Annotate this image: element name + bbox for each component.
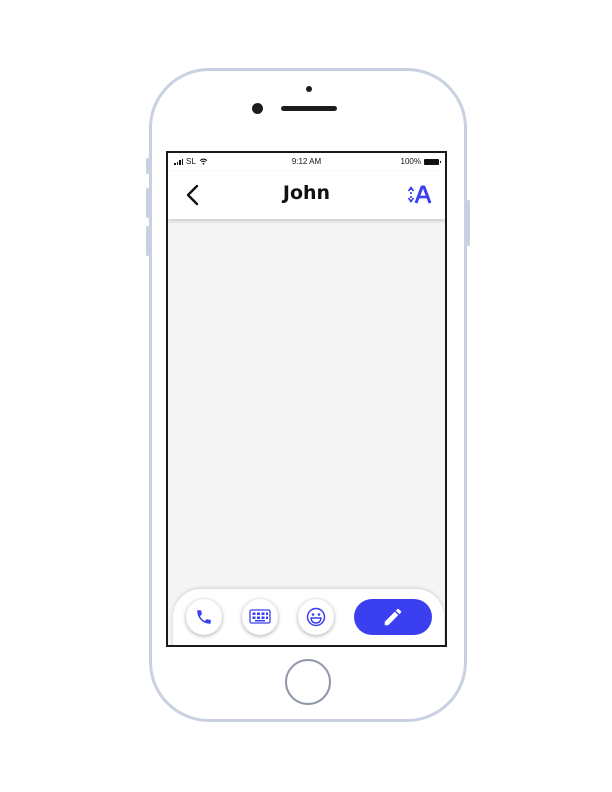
proximity-sensor [306, 86, 312, 92]
power-button [466, 200, 470, 246]
emoji-icon [306, 607, 326, 627]
volume-up-button [146, 188, 150, 218]
battery-icon [424, 158, 441, 165]
battery-percent: 100% [400, 157, 421, 166]
earpiece-speaker [281, 106, 337, 111]
conversation-header: John [168, 171, 445, 219]
chevron-left-icon [186, 184, 199, 206]
keyboard-icon [249, 609, 271, 624]
message-area[interactable] [168, 219, 445, 593]
canvas: SL 9:12 AM 100% John [0, 0, 612, 792]
back-button[interactable] [182, 183, 204, 207]
call-button[interactable] [186, 599, 222, 635]
keyboard-button[interactable] [242, 599, 278, 635]
page-title: John [282, 182, 331, 204]
sort-button[interactable] [407, 183, 433, 207]
pencil-icon [384, 608, 402, 626]
emoji-button[interactable] [298, 599, 334, 635]
bottom-toolbar [173, 589, 444, 645]
phone-icon [197, 610, 211, 624]
home-button[interactable] [285, 659, 331, 705]
status-bar: SL 9:12 AM 100% [168, 153, 445, 171]
volume-down-button [146, 226, 150, 256]
mute-switch [146, 158, 150, 174]
phone-screen: SL 9:12 AM 100% John [166, 151, 447, 647]
front-camera [252, 103, 263, 114]
compose-button[interactable] [354, 599, 432, 635]
sort-alphabetical-icon [407, 185, 432, 204]
status-right: 100% [400, 157, 441, 166]
